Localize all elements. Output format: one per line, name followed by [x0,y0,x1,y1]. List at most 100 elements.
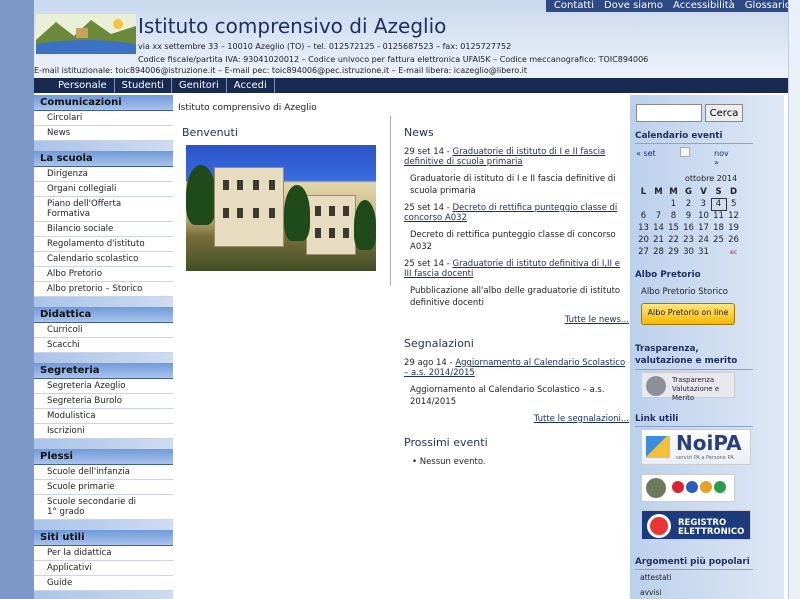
calendar-prev-link[interactable]: « set [636,149,656,158]
calendar-day[interactable]: 14 [651,222,666,234]
nav-studenti[interactable]: Studenti [115,78,172,93]
calendar-day[interactable]: 4 [710,197,727,211]
sidebar-item-curricoli[interactable]: Curricoli [34,323,173,338]
calendar-next-link[interactable]: nov » [714,149,736,167]
albo-online-button[interactable]: Albo Pretorio on line [641,303,735,325]
news-title: News [404,126,434,139]
sidebar-item-iscrizioni[interactable]: Iscrizioni [34,424,173,439]
top-link-dove-siamo[interactable]: Dove siamo [599,0,669,12]
sidebar-item-applicativi[interactable]: Applicativi [34,561,173,576]
rss-icon[interactable] [680,147,690,157]
page-scrollbar[interactable] [788,0,800,599]
noipa-text: NoiPA [676,431,742,455]
miur-banner[interactable] [641,474,735,502]
calendar-day[interactable]: 21 [651,234,666,246]
sidebar-item-pof[interactable]: Piano dell'Offerta Formativa [34,197,173,222]
calendar-day[interactable]: ec [726,246,741,258]
calendar-weekday: M [669,187,678,197]
nav-accedi[interactable]: Accedi [227,78,275,93]
sidebar-heading: Siti utili [34,530,173,546]
sidebar-item-regolamento[interactable]: Regolamento d'istituto [34,237,173,252]
calendar-day[interactable]: 13 [636,222,651,234]
calendar-day[interactable]: 10 [696,210,711,222]
sidebar-item-organi-collegiali[interactable]: Organi collegiali [34,182,173,197]
calendar-day[interactable]: 23 [681,234,696,246]
sidebar-item-calendario[interactable]: Calendario scolastico [34,252,173,267]
calendar-day[interactable]: 20 [636,234,651,246]
main-nav: Personale Studenti Genitori Accedi [34,78,800,93]
nav-genitori[interactable]: Genitori [172,78,227,93]
calendar-day[interactable]: 15 [666,222,681,234]
all-reports-link[interactable]: Tutte le segnalazioni... [404,414,629,424]
noipa-banner[interactable]: NoiPA servizi PA a Persone PA [641,429,751,465]
page: Contatti Dove siamo Accessibilità Glossa… [34,0,800,599]
calendar-weekday: L [640,187,647,197]
albo-title: Albo Pretorio [635,270,701,280]
miur-logo-icon [672,481,726,493]
calendar-day[interactable]: 27 [636,246,651,258]
calendar-day[interactable]: 16 [681,222,696,234]
trasparenza-banner[interactable]: Trasparenza Valutazione e Merito [641,372,735,402]
sidebar-item-segreteria-burolo[interactable]: Segreteria Burolo [34,394,173,409]
sidebar-item-didattica[interactable]: Per la didattica [34,546,173,561]
calendar-grid: LMMGVSD 1 2 3 4 5 6 7 8 9 10 11 12 13 14 15 16 17 18 19 20 2… [636,186,741,258]
news-item: 29 set 14 - Graduatorie di istituto di I… [404,147,629,197]
calendar-day[interactable]: 2 [681,198,696,210]
report-desc: Aggiornamento al Calendario Scolastico –… [410,385,605,407]
calendar-day[interactable]: 19 [726,222,741,234]
sidebar-item-bilancio-sociale[interactable]: Bilancio sociale [34,222,173,237]
sidebar-item-albo-pretorio[interactable]: Albo Pretorio [34,267,173,282]
search-input[interactable] [636,104,702,122]
calendar-day[interactable]: 1 [666,198,681,210]
calendar-nav: « set nov » [636,147,736,167]
calendar-day[interactable]: 9 [681,210,696,222]
sidebar-item-secondarie[interactable]: Scuole secondarie di 1° grado [34,495,173,520]
sidebar-item-modulistica[interactable]: Modulistica [34,409,173,424]
calendar-day[interactable]: 26 [726,234,741,246]
sidebar-item-dirigenza[interactable]: Dirigenza [34,167,173,182]
registro-elettronico-banner[interactable]: REGISTRO ELETTRONICO [641,510,751,540]
popular-tag-attestati[interactable]: attestati [640,573,672,582]
calendar-day[interactable]: 18 [711,222,726,234]
sidebar-item-albo-storico[interactable]: Albo pretorio – Storico [34,282,173,297]
calendar-day[interactable]: 28 [651,246,666,258]
report-date: 29 ago 14 - [404,358,456,368]
emblem-icon [646,376,666,396]
calendar-day[interactable]: 5 [726,198,741,210]
calendar-day[interactable]: 3 [696,198,711,210]
links-title: Link utili [635,414,753,427]
sidebar-item-circolari[interactable]: Circolari [34,111,173,126]
sidebar-item-infanzia[interactable]: Scuole dell'infanzia [34,465,173,480]
nav-personale[interactable]: Personale [34,78,115,93]
sidebar-item-primarie[interactable]: Scuole primarie [34,480,173,495]
calendar-day[interactable]: 12 [726,210,741,222]
sidebar-heading: Segreteria [34,363,173,379]
news-item: 25 set 14 - Decreto di rettifica puntegg… [404,203,629,253]
calendar-day[interactable]: 30 [681,246,696,258]
sidebar-item-segreteria-azeglio[interactable]: Segreteria Azeglio [34,379,173,394]
column-divider [390,116,391,286]
calendar-day[interactable]: 6 [636,210,651,222]
calendar-day[interactable]: 22 [666,234,681,246]
calendar-day[interactable]: 8 [666,210,681,222]
sidebar-item-news[interactable]: News [34,126,173,141]
events-list: • Nessun evento. [404,457,629,467]
header-emails: E-mail istituzionale: toic894006@istruzi… [34,66,527,75]
search-button[interactable]: Cerca [705,104,743,122]
calendar-day[interactable]: 31 [696,246,711,258]
calendar-day[interactable]: 7 [651,210,666,222]
calendar-day[interactable]: 29 [666,246,681,258]
calendar-day[interactable]: 11 [711,210,726,222]
sidebar-heading: Plessi [34,449,173,465]
sidebar-item-guide[interactable]: Guide [34,576,173,591]
sidebar-heading: Comunicazioni [34,95,173,111]
calendar-day[interactable]: 25 [711,234,726,246]
calendar-day[interactable]: 17 [696,222,711,234]
top-link-accessibilita[interactable]: Accessibilità [668,0,740,12]
albo-storico-link[interactable]: Albo Pretorio Storico [641,287,728,297]
calendar-day[interactable]: 24 [696,234,711,246]
all-news-link[interactable]: Tutte le news... [404,315,629,325]
popular-tag-avvisi[interactable]: avvisi [640,588,662,597]
sidebar-item-scacchi[interactable]: Scacchi [34,338,173,353]
top-link-contatti[interactable]: Contatti [545,0,599,12]
